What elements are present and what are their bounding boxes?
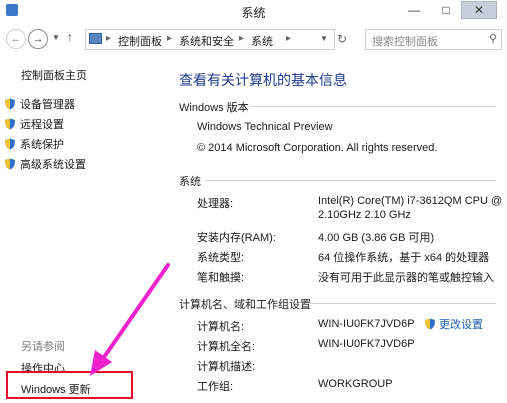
divider bbox=[205, 180, 496, 181]
computer-name-label: 计算机名: bbox=[197, 321, 245, 333]
processor-label: 处理器: bbox=[197, 198, 234, 210]
change-settings-label: 更改设置 bbox=[439, 319, 483, 331]
system-type-value: 64 位操作系统，基于 x64 的处理器 bbox=[318, 252, 490, 264]
processor-speed: 2.10GHz 2.10 GHz bbox=[318, 209, 411, 221]
system-type-label: 系统类型: bbox=[197, 252, 245, 264]
change-settings-link[interactable]: 更改设置 bbox=[424, 316, 483, 332]
computer-name-value: WIN-IU0FK7JVD6P bbox=[318, 318, 415, 330]
computer-section-header: 计算机名、域和工作组设置 bbox=[179, 299, 311, 311]
shield-icon bbox=[425, 318, 435, 330]
description-label: 计算机描述: bbox=[197, 361, 256, 373]
full-name-label: 计算机全名: bbox=[197, 341, 256, 353]
workgroup-label: 工作组: bbox=[197, 381, 234, 393]
ram-value: 4.00 GB (3.86 GB 可用) bbox=[318, 232, 435, 244]
copyright-text: © 2014 Microsoft Corporation. All rights… bbox=[197, 142, 438, 154]
workgroup-value: WORKGROUP bbox=[318, 378, 393, 390]
edition-name: Windows Technical Preview bbox=[197, 121, 333, 133]
system-section-header: 系统 bbox=[179, 176, 201, 188]
full-name-value: WIN-IU0FK7JVD6P bbox=[318, 338, 415, 350]
scrollbar[interactable] bbox=[496, 55, 507, 403]
divider bbox=[250, 106, 496, 107]
ram-label: 安装内存(RAM): bbox=[197, 232, 276, 244]
divider bbox=[305, 303, 496, 304]
processor-value: Intel(R) Core(TM) i7-3612QM CPU @ bbox=[318, 195, 503, 207]
edition-section-header: Windows 版本 bbox=[179, 102, 249, 114]
pen-touch-value: 没有可用于此显示器的笔或触控输入 bbox=[318, 272, 494, 284]
page-title: 查看有关计算机的基本信息 bbox=[179, 72, 347, 88]
pen-touch-label: 笔和触摸: bbox=[197, 272, 245, 284]
